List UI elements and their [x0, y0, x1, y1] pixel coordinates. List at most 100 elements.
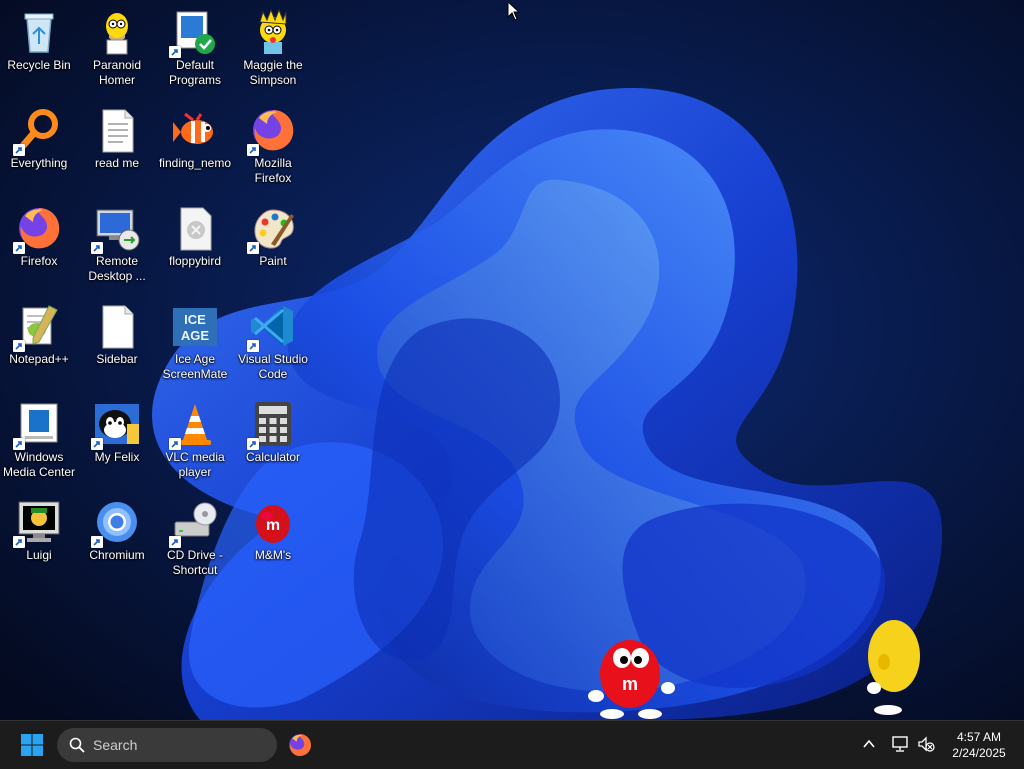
desktop-icon-label: floppybird	[168, 254, 222, 268]
luigi-monitor-icon	[13, 498, 63, 548]
shortcut-arrow-icon	[13, 340, 25, 352]
everything-search-icon	[13, 106, 63, 156]
desktop-icon-label: Remote Desktop ...	[88, 254, 146, 283]
mm-candy-icon: m	[249, 498, 297, 546]
desktop-icon-luigi-monitor[interactable]: Luigi	[0, 490, 78, 586]
shortcut-arrow-icon	[13, 438, 25, 450]
recycle-bin-icon	[15, 8, 63, 56]
shortcut-arrow-icon	[13, 242, 25, 254]
media-center-icon	[13, 400, 63, 450]
volume-muted-icon[interactable]	[917, 735, 935, 753]
desktop-icon-label: Sidebar	[96, 352, 138, 366]
nemo-fish-icon	[171, 106, 219, 154]
desktop-icon-label: My Felix	[94, 450, 140, 464]
shortcut-arrow-icon	[91, 536, 103, 548]
clock-date: 2/24/2025	[952, 746, 1006, 760]
taskbar-clock[interactable]: 4:57 AM 2/24/2025	[944, 729, 1014, 761]
remote-desktop-icon	[91, 204, 141, 254]
desktop-icon-label: Paranoid Homer	[92, 58, 142, 87]
shortcut-arrow-icon	[13, 536, 25, 548]
yellow-mm-character	[867, 620, 920, 715]
desktop-icon-mm-candy[interactable]: m M&M's	[234, 490, 312, 586]
desktop-icon-label: Everything	[10, 156, 68, 170]
desktop-icon-label: read me	[94, 156, 140, 170]
shortcut-arrow-icon	[247, 340, 259, 352]
desktop-icon-label: Chromium	[89, 548, 145, 562]
shortcut-arrow-icon	[247, 438, 259, 450]
taskbar-firefox-icon[interactable]	[287, 732, 313, 758]
shortcut-arrow-icon	[13, 144, 25, 156]
generic-file-icon	[171, 204, 219, 252]
desktop-icon-remote-desktop[interactable]: Remote Desktop ...	[78, 196, 156, 292]
desktop-icon-chromium[interactable]: Chromium	[78, 490, 156, 586]
windows-start-icon[interactable]	[20, 733, 44, 757]
desktop-icon-vlc-cone[interactable]: VLC media player	[156, 392, 234, 488]
red-mm-character: m	[588, 640, 675, 719]
desktop-icon-generic-file[interactable]: floppybird	[156, 196, 234, 292]
desktop-icon-calculator[interactable]: Calculator	[234, 392, 312, 488]
desktop-icon-label: CD Drive - Shortcut	[167, 548, 223, 577]
chromium-icon	[91, 498, 141, 548]
desktop-icon-label: Maggie the Simpson	[243, 58, 303, 87]
taskbar-search-box[interactable]: Search	[57, 728, 277, 762]
desktop-icon-label: M&M's	[254, 548, 292, 562]
desktop-icon-firefox[interactable]: Mozilla Firefox	[234, 98, 312, 194]
maggie-icon	[249, 8, 297, 56]
desktop-icon-homer[interactable]: Paranoid Homer	[78, 0, 156, 96]
mouse-cursor	[507, 1, 521, 21]
desktop-icon-paint-palette[interactable]: Paint	[234, 196, 312, 292]
svg-text:ICE: ICE	[184, 312, 206, 327]
desktop-icon-label: Luigi	[26, 548, 52, 562]
felix-cat-icon	[91, 400, 141, 450]
text-document-icon	[93, 106, 141, 154]
desktop-icon-felix-cat[interactable]: My Felix	[78, 392, 156, 488]
clock-time: 4:57 AM	[956, 730, 1002, 744]
shortcut-arrow-icon	[91, 438, 103, 450]
paint-palette-icon	[247, 204, 297, 254]
firefox-icon	[13, 204, 63, 254]
desktop-icon-label: finding_nemo	[158, 156, 232, 170]
shortcut-arrow-icon	[169, 438, 181, 450]
notepad-plus-plus-icon	[13, 302, 63, 352]
shortcut-arrow-icon	[169, 536, 181, 548]
desktop-icon-media-center[interactable]: Windows Media Center	[0, 392, 78, 488]
shortcut-arrow-icon	[247, 242, 259, 254]
desktop-icon-default-programs[interactable]: Default Programs	[156, 0, 234, 96]
blank-document-icon	[93, 302, 141, 350]
desktop-icon-label: Mozilla Firefox	[254, 156, 292, 185]
desktop-icon-text-document[interactable]: read me	[78, 98, 156, 194]
shortcut-arrow-icon	[169, 46, 181, 58]
firefox-icon	[247, 106, 297, 156]
vlc-cone-icon	[169, 400, 219, 450]
cd-drive-icon	[169, 498, 219, 548]
svg-text:AGE: AGE	[181, 328, 210, 343]
desktop-icon-nemo-fish[interactable]: finding_nemo	[156, 98, 234, 194]
shortcut-arrow-icon	[91, 242, 103, 254]
taskbar: Search 4:57 AM 2/24/2025	[0, 720, 1024, 769]
desktop-icon-label: Visual Studio Code	[238, 352, 308, 381]
desktop-icon-notepad-plus-plus[interactable]: Notepad++	[0, 294, 78, 390]
desktop-icon-label: Default Programs	[168, 58, 221, 87]
desktop-icon-firefox[interactable]: Firefox	[0, 196, 78, 292]
desktop-icon-label: Windows Media Center	[2, 450, 76, 479]
desktop-icon-cd-drive[interactable]: CD Drive - Shortcut	[156, 490, 234, 586]
network-icon[interactable]	[891, 735, 909, 753]
desktop-icon-vscode[interactable]: Visual Studio Code	[234, 294, 312, 390]
show-hidden-icons-chevron-icon[interactable]	[861, 736, 877, 752]
desktop-icon-label: Firefox	[20, 254, 58, 268]
desktop-icon-blank-document[interactable]: Sidebar	[78, 294, 156, 390]
desktop-icon-label: Ice Age ScreenMate	[162, 352, 228, 381]
desktop-icon-recycle-bin[interactable]: Recycle Bin	[0, 0, 78, 96]
desktop-icon-ice-age[interactable]: ICE AGE Ice Age ScreenMate	[156, 294, 234, 390]
default-programs-icon	[169, 8, 219, 58]
svg-text:m: m	[266, 517, 280, 534]
vscode-icon	[247, 302, 297, 352]
svg-text:m: m	[622, 674, 638, 694]
desktop-icon-label: Paint	[259, 254, 287, 268]
desktop-icon-everything-search[interactable]: Everything	[0, 98, 78, 194]
shortcut-arrow-icon	[247, 144, 259, 156]
search-placeholder: Search	[93, 737, 138, 753]
calculator-icon	[247, 400, 297, 450]
desktop-icon-label: VLC media player	[165, 450, 225, 479]
desktop-icon-maggie[interactable]: Maggie the Simpson	[234, 0, 312, 96]
